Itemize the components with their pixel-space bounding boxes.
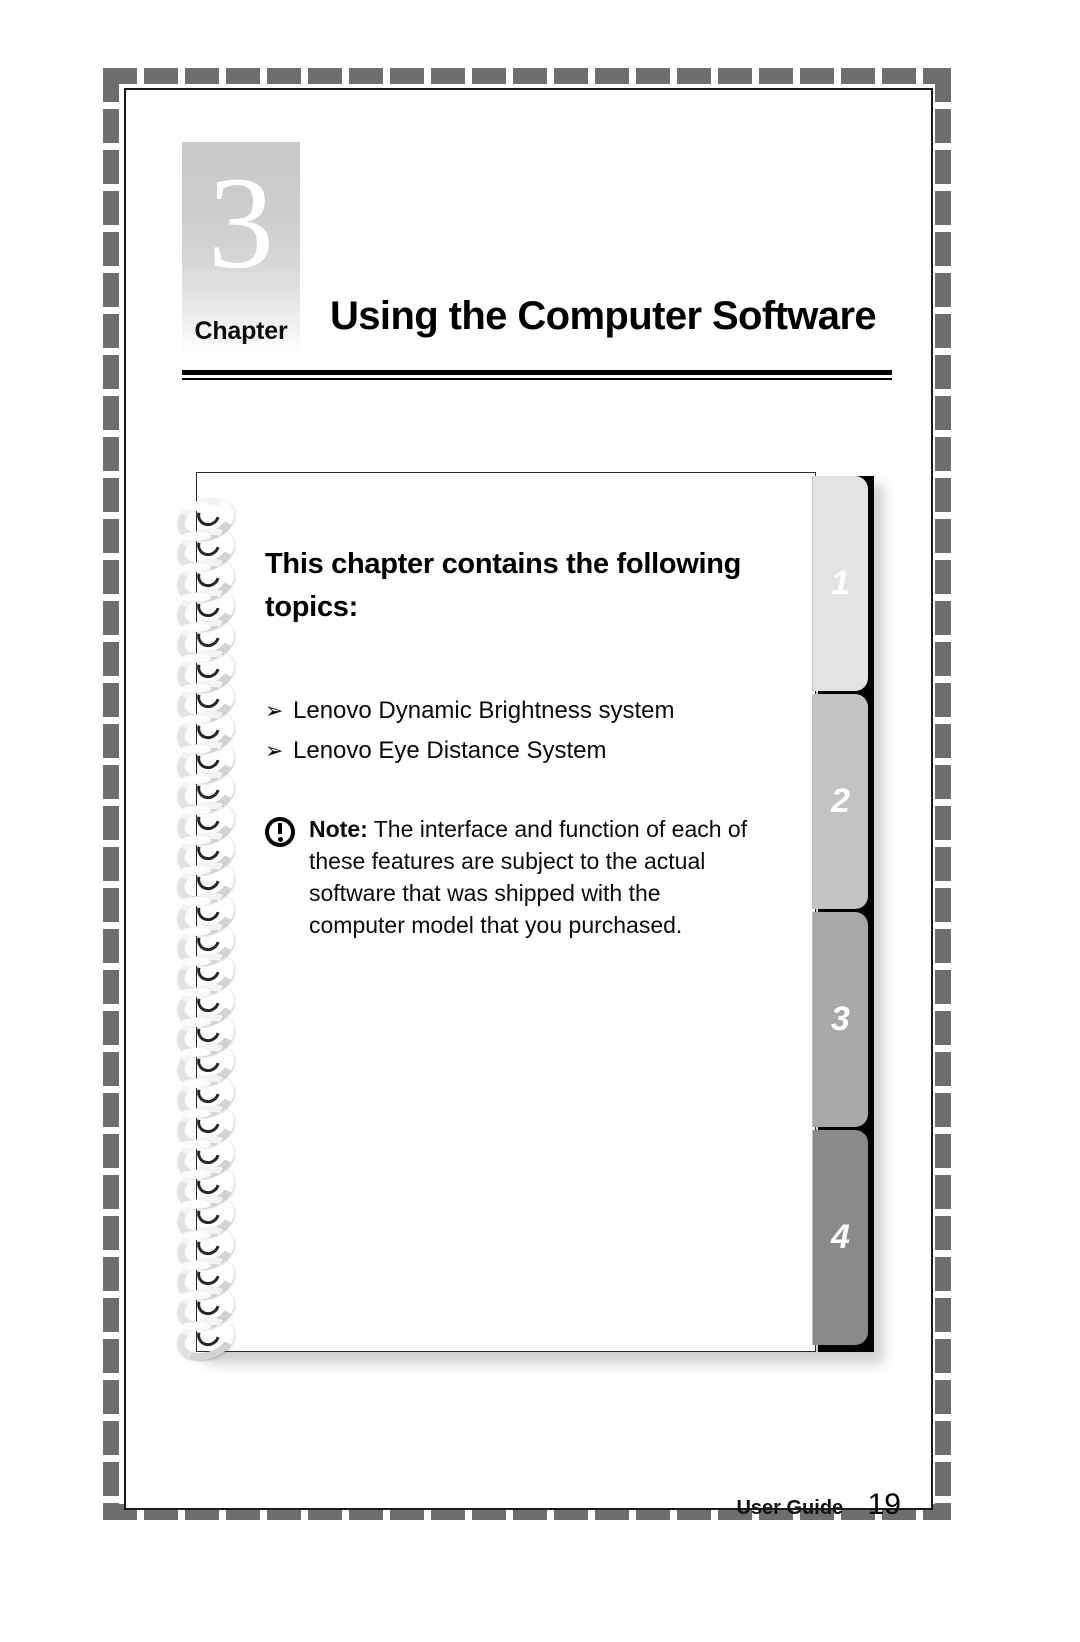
spiral-coil xyxy=(172,1067,240,1124)
spiral-coil xyxy=(172,1219,240,1276)
spiral-coil xyxy=(172,1250,240,1306)
spiral-coil xyxy=(172,551,240,608)
spiral-coil xyxy=(172,642,240,699)
spiral-coil xyxy=(172,916,240,973)
page-title: Using the Computer Software xyxy=(330,294,877,338)
section-tab-number: 4 xyxy=(831,1218,850,1256)
chapter-label: Chapter xyxy=(194,317,288,345)
title-rule-thin xyxy=(182,378,892,380)
spiral-coil xyxy=(172,946,240,1003)
section-tab-4[interactable]: 4 xyxy=(812,1130,868,1345)
chapter-header: 3 Chapter Using the Computer Software xyxy=(182,142,892,382)
spiral-coil xyxy=(172,521,240,578)
note-block: Note: The interface and function of each… xyxy=(265,813,785,941)
section-tab-3[interactable]: 3 xyxy=(812,912,868,1127)
spiral-coil xyxy=(172,824,240,881)
spiral-coil xyxy=(172,1128,240,1185)
list-item: ➢ Lenovo Eye Distance System xyxy=(265,731,785,771)
page-footer: User Guide 19 xyxy=(0,1488,935,1522)
list-item: ➢ Lenovo Dynamic Brightness system xyxy=(265,691,785,731)
frame-dash-left xyxy=(103,68,119,1520)
page-number: 19 xyxy=(867,1488,901,1521)
frame-dash-top xyxy=(103,68,951,84)
note-text: Note: The interface and function of each… xyxy=(309,813,759,941)
section-tab-1[interactable]: 1 xyxy=(812,476,868,691)
arrow-bullet-icon: ➢ xyxy=(265,698,284,723)
spiral-coil xyxy=(172,1189,240,1246)
section-tab-2[interactable]: 2 xyxy=(812,694,868,909)
notebook-illustration: This chapter contains the following topi… xyxy=(172,472,884,1367)
spiral-coil xyxy=(172,764,240,821)
spiral-coil xyxy=(172,1007,240,1064)
spiral-coil xyxy=(172,612,240,669)
spiral-coil xyxy=(172,794,240,851)
spiral-coil xyxy=(172,491,240,547)
spiral-coil xyxy=(172,1158,240,1215)
section-tab-number: 3 xyxy=(831,1000,850,1038)
list-item-label: Lenovo Eye Distance System xyxy=(293,737,607,764)
spiral-coil xyxy=(172,582,240,639)
arrow-bullet-icon: ➢ xyxy=(265,738,284,763)
spiral-binding xyxy=(172,491,245,1367)
spiral-coil xyxy=(172,855,240,912)
title-rule-thick xyxy=(182,370,892,375)
topics-list: ➢ Lenovo Dynamic Brightness system ➢ Len… xyxy=(265,691,785,771)
spiral-coil xyxy=(172,673,240,730)
spiral-coil xyxy=(172,885,240,942)
list-item-label: Lenovo Dynamic Brightness system xyxy=(293,697,675,724)
spiral-coil xyxy=(172,1037,240,1094)
spiral-coil xyxy=(172,1280,240,1337)
chapter-number: 3 xyxy=(208,149,274,296)
chapter-badge: 3 Chapter xyxy=(182,142,300,360)
frame-dash-right xyxy=(935,68,951,1520)
section-tabs: 1 2 3 4 xyxy=(812,472,874,1352)
footer-label: User Guide xyxy=(736,1497,844,1519)
spiral-coil xyxy=(172,1098,240,1155)
notebook-content: This chapter contains the following topi… xyxy=(265,543,785,941)
spiral-coil xyxy=(172,976,240,1033)
note-body: The interface and function of each of th… xyxy=(309,816,748,938)
section-tab-number: 1 xyxy=(831,564,850,602)
spiral-coil xyxy=(172,703,240,760)
notebook-heading: This chapter contains the following topi… xyxy=(265,548,742,623)
note-label: Note: xyxy=(309,816,368,842)
section-tab-number: 2 xyxy=(831,782,850,820)
exclamation-circle-icon xyxy=(265,813,309,853)
spiral-coil xyxy=(172,733,240,790)
notebook-page: This chapter contains the following topi… xyxy=(172,472,816,1367)
spiral-coil xyxy=(172,1310,240,1367)
